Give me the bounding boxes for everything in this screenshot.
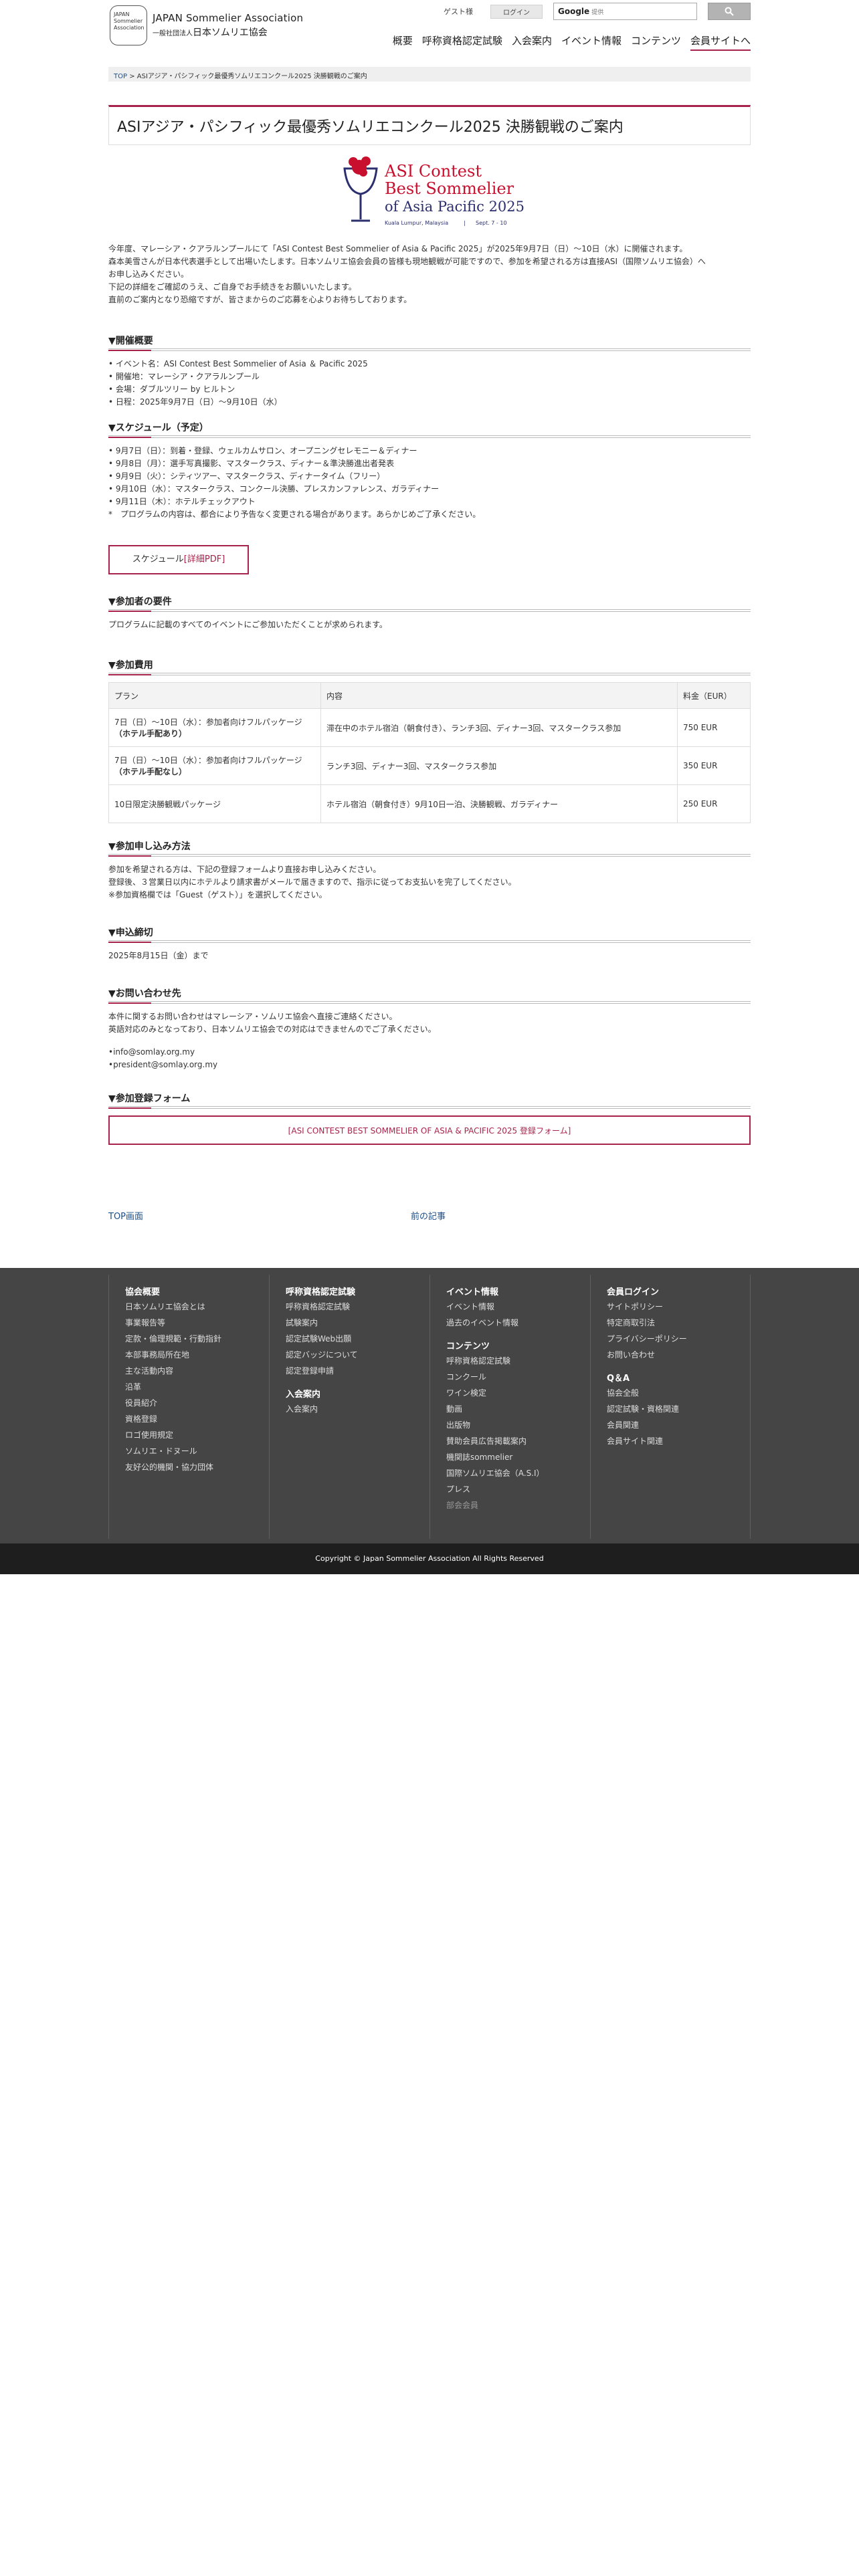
breadcrumb-top-link[interactable]: TOP [114, 73, 127, 80]
list-item: • 9月7日（日）：到着・登録、ウェルカムサロン、オープニングセレモニー＆ディナ… [108, 446, 417, 455]
logo-english-name: JAPAN Sommelier Association [153, 12, 304, 24]
wine-glass-icon [343, 156, 378, 222]
login-button[interactable]: ログイン [490, 4, 543, 19]
breadcrumb-current: ASIアジア・パシフィック最優秀ソムリエコンクール2025 決勝観戦のご案内 [136, 73, 367, 80]
contact-text: 本件に関するお問い合わせはマレーシア・ソムリエ協会へ直接ご連絡ください。 英語対… [108, 1010, 751, 1071]
overview-list: • イベント名：ASI Contest Best Sommelier of As… [108, 358, 751, 409]
fees-table: プラン 内容 料金（EUR） 7日（日）〜10日（水）：参加者向けフルパッケージ… [108, 682, 751, 823]
logo-emblem: JAPAN Sommelier Association [110, 5, 147, 45]
footer-col-events: イベント情報 イベント情報 過去のイベント情報 コンテンツ 呼称資格認定試験 コ… [430, 1275, 590, 1539]
schedule-pdf-button[interactable]: スケジュール[詳細PDF] [108, 545, 249, 574]
table-row: 7日（日）〜10日（水）：参加者向けフルパッケージ （ホテル手配あり） 滞在中のホ… [108, 708, 751, 747]
search-input[interactable]: Google 提供 [553, 3, 697, 20]
nav-overview[interactable]: 概要 [393, 33, 413, 51]
column-header: 料金（EUR） [677, 682, 751, 709]
list-item: • 日程：2025年9月7日（日）〜9月10日（水） [108, 397, 282, 407]
apply-text: 参加を希望される方は、下記の登録フォームより直接お申し込みください。 登録後、３… [108, 865, 516, 899]
schedule-list: • 9月7日（日）：到着・登録、ウェルカムサロン、オープニングセレモニー＆ディナ… [108, 445, 751, 521]
banner-line3: of Asia Pacific 2025 [385, 199, 524, 215]
svg-text:|: | [464, 220, 466, 226]
banner-line1: ASI Contest [384, 162, 482, 181]
form-heading: ▼参加登録フォーム [108, 1091, 751, 1109]
column-header: 内容 [320, 682, 678, 709]
nav-certification[interactable]: 呼称資格認定試験 [422, 33, 502, 51]
previous-article-link[interactable]: 前の記事 [411, 1209, 713, 1222]
deadline-heading: ▼申込締切 [108, 926, 751, 943]
contact-email[interactable]: •info@somlay.org.my [108, 1046, 751, 1059]
table-row: 10日限定決勝観戦パッケージ ホテル宿泊（朝食付き）9月10日一泊、決勝観戦、ガ… [108, 784, 751, 823]
list-item: • 開催地：マレーシア・クアラルンプール [108, 372, 260, 381]
column-header: プラン [108, 682, 321, 709]
top-page-link[interactable]: TOP画面 [108, 1209, 411, 1222]
list-item: • 9月11日（木）：ホテルチェックアウト [108, 497, 256, 506]
requirements-heading: ▼参加者の要件 [108, 595, 751, 612]
contact-heading: ▼お問い合わせ先 [108, 986, 751, 1004]
guest-label: ゲスト様 [444, 7, 473, 16]
banner-place: Kuala Lumpur, Malaysia [385, 220, 448, 226]
site-footer: 協会概要 日本ソムリエ協会とは 事業報告等 定款・倫理規範・行動指針 本部事務局… [0, 1268, 859, 1543]
footer-col-certification: 呼称資格認定試験 呼称資格認定試験 試験案内 認定試験Web出願 認定バッジにつ… [269, 1275, 430, 1539]
page-title: ASIアジア・パシフィック最優秀ソムリエコンクール2025 決勝観戦のご案内 [117, 119, 624, 136]
pager: TOP画面 前の記事 [108, 1209, 751, 1222]
footer-col-member: 会員ログイン サイトポリシー 特定商取引法 プライバシーポリシー お問い合わせ … [590, 1275, 751, 1539]
deadline-text: 2025年8月15日（金）まで [108, 951, 209, 960]
logo-japanese-name: 一般社団法人日本ソムリエ協会 [153, 27, 268, 38]
list-item: • 9月8日（月）：選手写真撮影、マスタークラス、ディナー＆準決勝進出者発表 [108, 459, 395, 468]
intro-text: 今年度、マレーシア・クアラルンプールにて「ASI Contest Best So… [108, 244, 706, 304]
nav-membership[interactable]: 入会案内 [512, 33, 552, 51]
nav-contents[interactable]: コンテンツ [631, 33, 681, 51]
search-icon [725, 7, 734, 16]
list-item: • 会場：ダブルツリー by ヒルトン [108, 385, 235, 394]
site-header: JAPAN Sommelier Association JAPAN Sommel… [108, 0, 751, 59]
nav-member-site[interactable]: 会員サイトへ [690, 33, 751, 51]
requirements-text: プログラムに記載のすべてのイベントにご参加いただくことが求められます。 [108, 620, 387, 629]
footer-col-about: 協会概要 日本ソムリエ協会とは 事業報告等 定款・倫理規範・行動指針 本部事務局… [108, 1275, 269, 1539]
banner-dates: Sept. 7 - 10 [476, 220, 507, 226]
copyright: Copyright © Japan Sommelier Association … [0, 1543, 859, 1574]
site-logo[interactable]: JAPAN Sommelier Association JAPAN Sommel… [110, 4, 310, 47]
table-header-row: プラン 内容 料金（EUR） [108, 682, 751, 709]
search-button[interactable] [708, 3, 751, 20]
table-row: 7日（日）〜10日（水）：参加者向けフルパッケージ （ホテル手配なし） ランチ3回… [108, 746, 751, 785]
banner-line2: Best Sommelier [385, 179, 514, 198]
nav-events[interactable]: イベント情報 [561, 33, 622, 51]
contact-email[interactable]: •president@somlay.org.my [108, 1059, 751, 1071]
breadcrumb: TOP > ASIアジア・パシフィック最優秀ソムリエコンクール2025 決勝観戦… [108, 67, 751, 82]
list-item: * プログラムの内容は、都合により予告なく変更される場合があります。あらかじめご… [108, 510, 481, 519]
list-item: • 9月9日（火）：シティツアー、マスタークラス、ディナータイム（フリー） [108, 471, 385, 481]
global-nav: 概要 呼称資格認定試験 入会案内 イベント情報 コンテンツ 会員サイトへ [383, 33, 751, 51]
apply-heading: ▼参加申し込み方法 [108, 839, 751, 857]
overview-heading: ▼開催概要 [108, 334, 751, 351]
page-title-box: ASIアジア・パシフィック最優秀ソムリエコンクール2025 決勝観戦のご案内 [108, 105, 751, 145]
list-item: • イベント名：ASI Contest Best Sommelier of As… [108, 359, 368, 368]
list-item: • 9月10日（水）：マスタークラス、コンクール決勝、プレスカンファレンス、ガラ… [108, 484, 440, 494]
schedule-heading: ▼スケジュール（予定） [108, 421, 751, 438]
contest-logo-banner: ASI Contest Best Sommelier of Asia Pacif… [108, 155, 751, 233]
fees-heading: ▼参加費用 [108, 658, 751, 675]
registration-form-button[interactable]: [ASI CONTEST BEST SOMMELIER OF ASIA & PA… [108, 1115, 751, 1145]
